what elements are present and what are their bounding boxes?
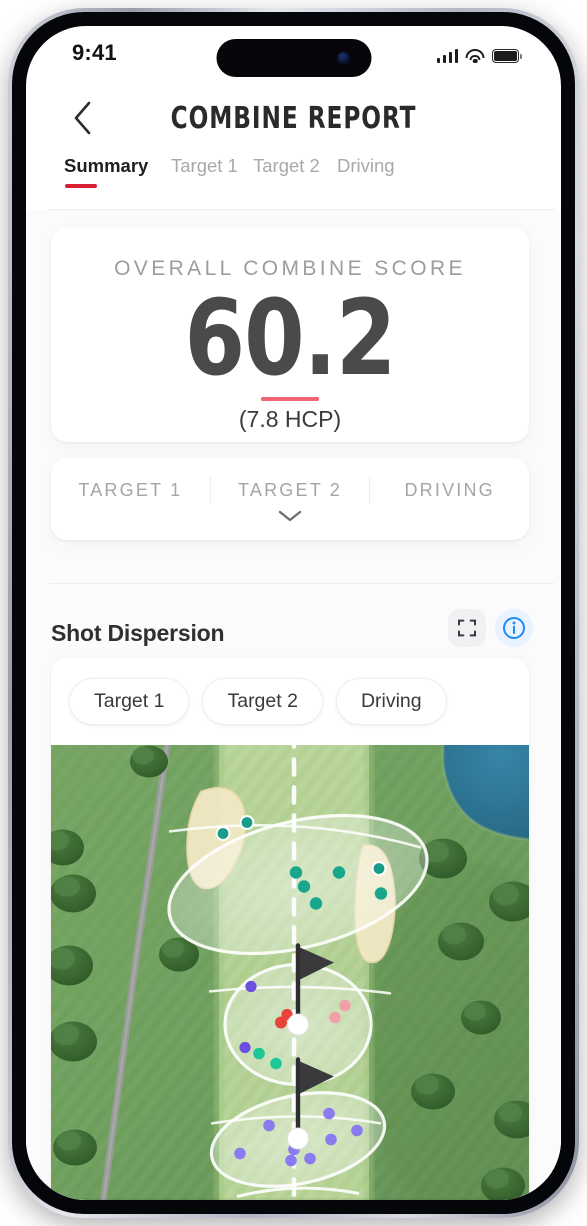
breakdown-cell-target-1[interactable]: TARGET 1 [51,480,210,501]
breakdown-cell-target-2[interactable]: TARGET 2 [211,480,370,501]
scroll-content[interactable]: OVERALL COMBINE SCORE 60.2 (7.8 HCP) TAR… [26,210,561,1200]
shot-dispersion-card: Target 1 Target 2 Driving [51,658,529,1200]
phone-frame: 9:41 COMBINE REPORT Summary Target 1 Tar… [8,8,579,1218]
dynamic-island [216,39,371,77]
tab-label: Target 1 [171,155,238,176]
section-divider [49,583,554,584]
tab-summary[interactable]: Summary [64,155,149,188]
score-value: 60.2 [184,277,397,399]
info-circle-icon[interactable] [495,609,533,647]
score-breakdown-card: TARGET 1 TARGET 2 DRIVING [51,458,529,540]
course-map-visualization[interactable] [51,745,529,1200]
filter-pill-target-1[interactable]: Target 1 [69,678,190,725]
tab-driving[interactable]: Driving [337,155,395,177]
tab-label: Summary [64,155,149,176]
dispersion-filter-pills: Target 1 Target 2 Driving [69,678,447,725]
breakdown-cell-driving[interactable]: DRIVING [370,480,529,501]
filter-pill-target-2[interactable]: Target 2 [202,678,323,725]
tab-label: Target 2 [253,155,320,176]
front-camera-icon [337,52,349,64]
cellular-signal-icon [436,48,458,63]
score-accent-underline [261,397,319,401]
overall-score-card: OVERALL COMBINE SCORE 60.2 (7.8 HCP) [51,227,529,442]
status-bar-time: 9:41 [72,40,117,65]
filter-pill-driving[interactable]: Driving [335,678,447,725]
tab-bar: Summary Target 1 Target 2 Driving [26,155,561,203]
tab-active-underline [65,184,97,188]
page-title: COMBINE REPORT [170,101,417,136]
fullscreen-expand-icon[interactable] [448,609,486,647]
battery-full-icon [492,49,522,63]
status-bar: 9:41 [26,26,561,84]
dispersion-section-title: Shot Dispersion [51,620,225,646]
status-bar-indicators [436,43,522,63]
phone-screen: 9:41 COMBINE REPORT Summary Target 1 Tar… [26,26,561,1200]
chevron-down-icon[interactable] [277,508,303,524]
score-breakdown-row: TARGET 1 TARGET 2 DRIVING [51,474,529,506]
score-handicap: (7.8 HCP) [238,406,342,432]
wifi-icon [465,48,485,63]
tab-label: Driving [337,155,395,176]
tab-target-2[interactable]: Target 2 [253,155,320,177]
tab-target-1[interactable]: Target 1 [171,155,238,177]
phone-bezel: 9:41 COMBINE REPORT Summary Target 1 Tar… [12,12,575,1214]
nav-header: COMBINE REPORT [26,92,561,146]
